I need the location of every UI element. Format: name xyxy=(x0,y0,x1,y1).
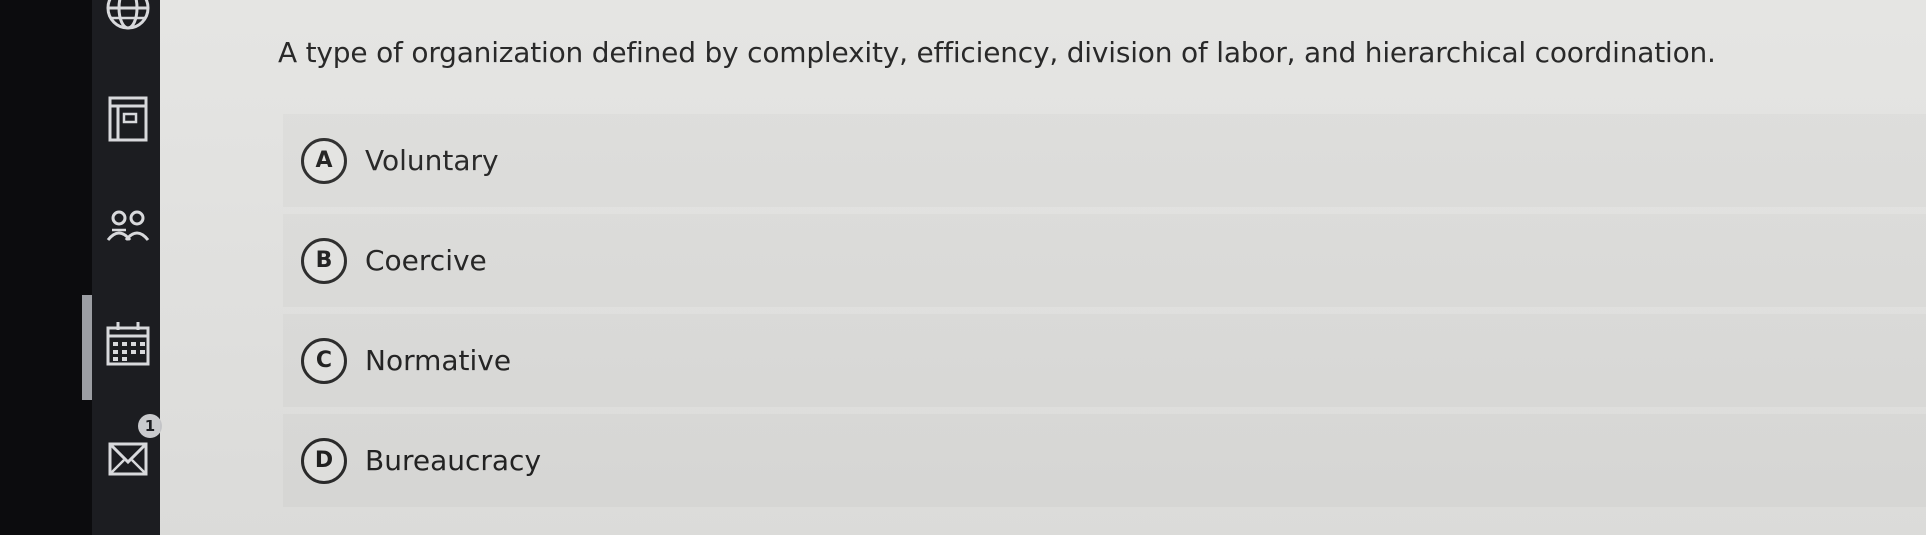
choice-a[interactable]: A Voluntary xyxy=(283,114,1926,207)
choice-letter-badge: D xyxy=(301,437,347,484)
choice-label: Bureaucracy xyxy=(365,444,542,477)
question-text: A type of organization defined by comple… xyxy=(278,36,1716,69)
choice-label: Coercive xyxy=(365,244,487,277)
choice-letter-badge: C xyxy=(301,337,347,384)
quiz-screen: 1 A type of organization defined by comp… xyxy=(0,0,1926,535)
sidebar-edge xyxy=(0,0,92,535)
calendar-icon[interactable] xyxy=(100,318,156,374)
people-icon[interactable] xyxy=(100,200,156,256)
answer-choices: A Voluntary B Coercive C Normative D Bur… xyxy=(283,114,1926,514)
choice-label: Normative xyxy=(365,344,512,377)
choice-c[interactable]: C Normative xyxy=(283,314,1926,407)
document-panel-icon[interactable] xyxy=(100,92,156,148)
choice-d[interactable]: D Bureaucracy xyxy=(283,414,1926,507)
sidebar: 1 xyxy=(0,0,162,535)
choice-letter-badge: B xyxy=(301,237,347,284)
mail-icon[interactable] xyxy=(100,432,156,488)
sidebar-active-indicator xyxy=(82,295,92,400)
globe-icon[interactable] xyxy=(100,0,156,36)
mail-badge: 1 xyxy=(138,414,162,438)
choice-letter-badge: A xyxy=(301,137,347,184)
choice-label: Voluntary xyxy=(365,144,499,177)
choice-b[interactable]: B Coercive xyxy=(283,214,1926,307)
